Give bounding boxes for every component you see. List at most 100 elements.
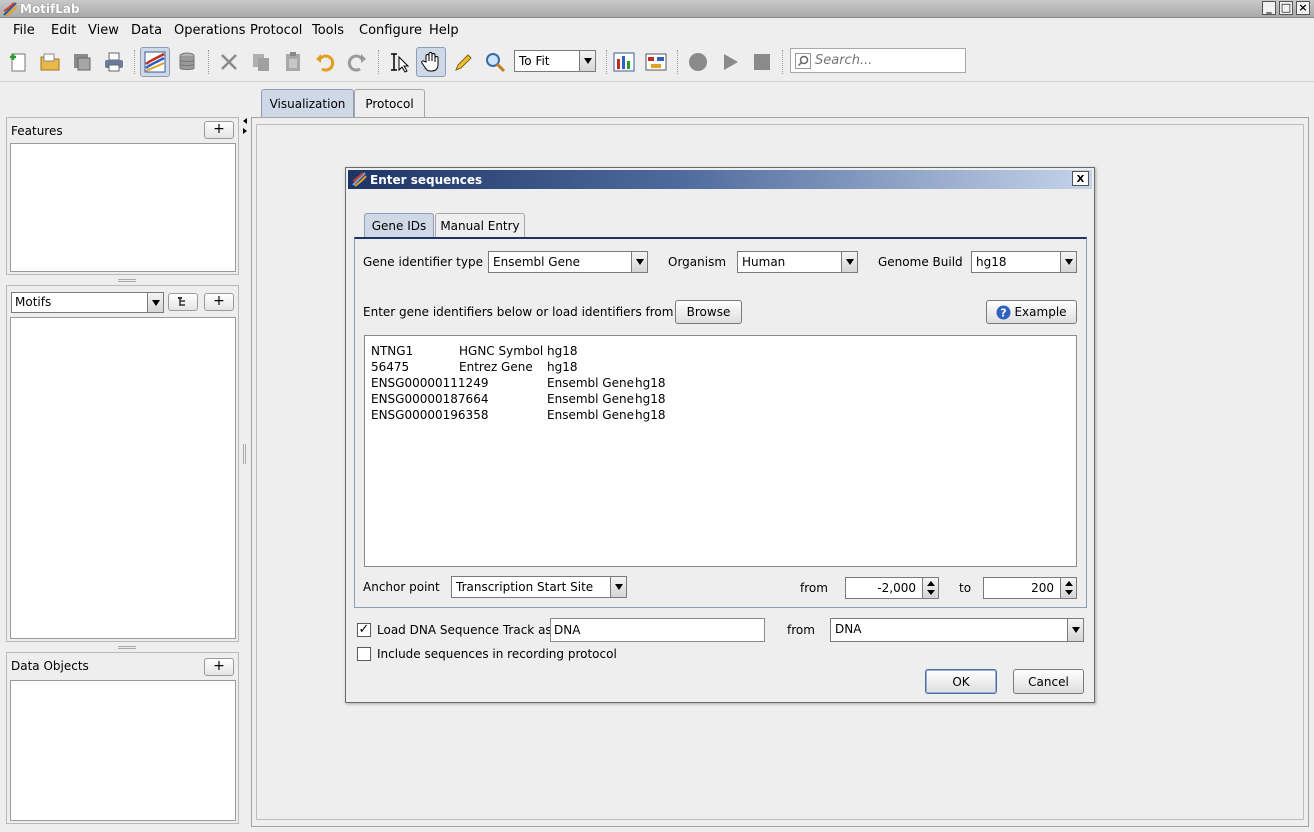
undo-button[interactable] <box>310 47 340 77</box>
new-session-button[interactable] <box>3 47 33 77</box>
pan-tool-button[interactable] <box>416 47 446 77</box>
region-view-button[interactable] <box>641 47 671 77</box>
paste-button[interactable] <box>278 47 308 77</box>
to-label: to <box>959 581 972 595</box>
chevron-down-icon <box>841 252 857 272</box>
data-objects-list[interactable] <box>10 680 236 821</box>
example-button-label: Example <box>1014 305 1067 319</box>
browse-button[interactable]: Browse <box>675 300 742 324</box>
menu-configure[interactable]: Configure <box>359 23 422 38</box>
add-motif-button[interactable]: + <box>204 293 234 311</box>
save-all-button[interactable] <box>67 47 97 77</box>
visualization-mode-button[interactable] <box>140 47 170 77</box>
gene-identifiers-textarea[interactable]: NTNG1 HGNC Symbol hg18 56475 Entrez Gene… <box>364 335 1077 567</box>
window-title: MotifLab <box>20 2 80 16</box>
dna-source-select[interactable]: DNA <box>830 618 1084 642</box>
anchor-point-select[interactable]: Transcription Start Site <box>451 576 627 598</box>
toolbar-separator <box>782 50 783 74</box>
menu-protocol[interactable]: Protocol <box>250 23 302 38</box>
toolbar-separator <box>378 50 379 74</box>
graph-view-button[interactable] <box>609 47 639 77</box>
features-title: Features <box>11 124 63 138</box>
minimize-button[interactable]: _ <box>1262 1 1276 15</box>
tab-manual-entry-label: Manual Entry <box>440 218 520 233</box>
database-icon <box>179 52 195 70</box>
search-field[interactable] <box>790 48 966 73</box>
menu-data[interactable]: Data <box>131 23 162 38</box>
stepper-arrows[interactable] <box>1060 578 1076 598</box>
menu-tools[interactable]: Tools <box>312 23 344 38</box>
splitter-grip[interactable] <box>118 646 136 649</box>
window-close-button[interactable]: × <box>1296 1 1310 15</box>
dna-from-label: from <box>787 623 815 637</box>
dialog-close-button[interactable]: X <box>1072 171 1089 186</box>
gene-identifier-type-select[interactable]: Ensembl Gene <box>488 251 648 273</box>
select-tool-button[interactable] <box>384 47 414 77</box>
draw-tool-button[interactable] <box>448 47 478 77</box>
organism-select[interactable]: Human <box>737 251 858 273</box>
features-list[interactable] <box>10 143 236 272</box>
cut-button[interactable] <box>214 47 244 77</box>
from-stepper[interactable]: -2,000 <box>845 577 939 599</box>
pencil-icon <box>455 54 472 71</box>
app-title-bar: MotifLab _ □ × <box>0 0 1314 18</box>
gene-build: hg18 <box>547 360 578 374</box>
menu-view[interactable]: View <box>88 23 119 38</box>
motiflab-logo-icon <box>3 2 18 17</box>
motif-tree-view-button[interactable] <box>168 293 198 311</box>
include-in-protocol-checkbox[interactable] <box>357 647 371 661</box>
menu-edit[interactable]: Edit <box>51 23 76 38</box>
arrow-down-icon <box>927 590 935 595</box>
splitter-grip[interactable] <box>118 279 136 282</box>
anchor-point-label: Anchor point <box>363 580 440 594</box>
gene-id: 56475 <box>371 360 410 374</box>
close-icon: X <box>1076 174 1085 185</box>
tab-gene-ids[interactable]: Gene IDs <box>364 213 434 237</box>
menu-help[interactable]: Help <box>429 23 459 38</box>
panel-splitter[interactable] <box>240 86 250 826</box>
stepper-arrows[interactable] <box>922 578 938 598</box>
cancel-button[interactable]: Cancel <box>1013 669 1084 694</box>
zoom-level-value: To Fit <box>519 54 550 68</box>
example-button[interactable]: ? Example <box>986 300 1077 324</box>
motifs-list[interactable] <box>10 317 236 639</box>
scissors-icon <box>221 54 237 70</box>
splitter-grip[interactable] <box>243 444 246 464</box>
zoom-tool-button[interactable] <box>480 47 510 77</box>
menu-operations[interactable]: Operations <box>174 23 245 38</box>
maximize-button[interactable]: □ <box>1279 1 1293 15</box>
gene-identifier-type-label: Gene identifier type <box>363 255 483 269</box>
open-button[interactable] <box>35 47 65 77</box>
redo-button[interactable] <box>342 47 372 77</box>
add-feature-button[interactable]: + <box>204 121 234 139</box>
search-input[interactable] <box>815 52 961 69</box>
to-stepper[interactable]: 200 <box>983 577 1077 599</box>
ok-button[interactable]: OK <box>925 669 997 694</box>
gene-id-type: Ensembl Gene <box>547 392 634 406</box>
print-button[interactable] <box>99 47 129 77</box>
browse-button-label: Browse <box>686 305 731 319</box>
regions-icon <box>645 53 667 71</box>
chevron-down-icon <box>147 293 163 312</box>
play-button[interactable] <box>715 47 745 77</box>
anchor-point-value: Transcription Start Site <box>456 580 594 594</box>
gene-build: hg18 <box>547 344 578 358</box>
record-button[interactable] <box>683 47 713 77</box>
add-data-object-button[interactable]: + <box>204 658 234 676</box>
tab-protocol[interactable]: Protocol <box>354 89 425 118</box>
dna-track-name-field[interactable]: DNA <box>550 618 765 642</box>
database-button[interactable] <box>172 47 202 77</box>
menu-file[interactable]: File <box>13 23 35 38</box>
tab-manual-entry[interactable]: Manual Entry <box>435 213 525 237</box>
motifs-selector[interactable]: Motifs <box>11 292 164 313</box>
load-dna-checkbox[interactable]: ✓ <box>357 623 371 637</box>
cancel-button-label: Cancel <box>1028 674 1069 689</box>
zoom-level-select[interactable]: To Fit <box>514 50 596 72</box>
stop-button[interactable] <box>747 47 777 77</box>
tab-visualization[interactable]: Visualization <box>261 89 354 118</box>
features-panel: Features + <box>6 117 239 275</box>
dna-icon <box>144 51 166 73</box>
genome-build-select[interactable]: hg18 <box>971 251 1077 273</box>
gene-build: hg18 <box>635 376 666 390</box>
copy-button[interactable] <box>246 47 276 77</box>
